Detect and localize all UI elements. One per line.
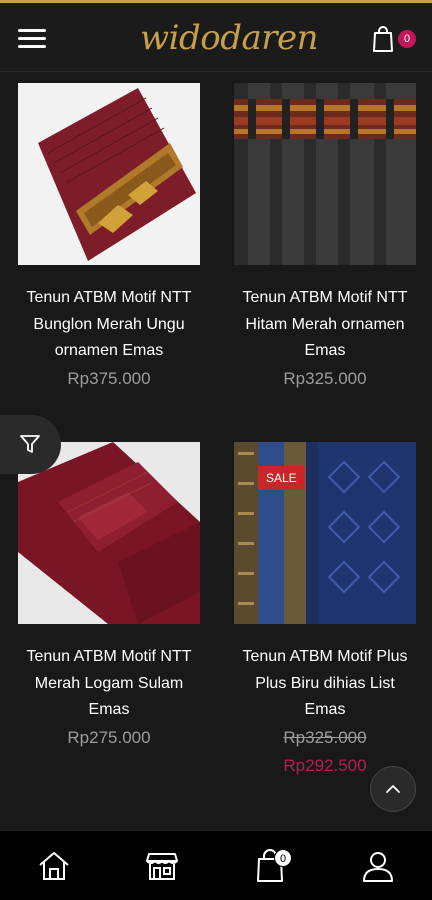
app-header: widodaren 0: [0, 0, 432, 72]
bottom-navigation: 0: [0, 830, 432, 900]
nav-cart[interactable]: 0: [216, 831, 324, 900]
sale-badge: SALE: [258, 466, 305, 490]
brand-logo[interactable]: widodaren: [140, 13, 319, 67]
filter-icon: [20, 435, 40, 453]
product-image[interactable]: SALE: [234, 442, 416, 624]
product-price: Rp375.000: [67, 368, 151, 388]
nav-cart-count-badge: 0: [274, 849, 292, 867]
product-card[interactable]: Tenun ATBM Motif NTT Hitam Merah ornamen…: [234, 83, 416, 389]
product-original-price: Rp325.000: [283, 727, 367, 747]
nav-shop[interactable]: [108, 831, 216, 900]
cart-icon[interactable]: [370, 25, 396, 53]
shop-icon: [146, 853, 178, 880]
nav-account[interactable]: [324, 831, 432, 900]
filter-button[interactable]: [0, 415, 61, 474]
product-image[interactable]: [234, 83, 416, 265]
product-price: Rp275.000: [67, 727, 151, 747]
home-icon: [39, 852, 69, 880]
product-name[interactable]: Tenun ATBM Motif NTT Merah Logam Sulam E…: [18, 644, 200, 724]
product-name[interactable]: Tenun ATBM Motif NTT Bunglon Merah Ungu …: [18, 285, 200, 365]
cart-count-badge: 0: [398, 30, 416, 48]
product-name[interactable]: Tenun ATBM Motif Plus Plus Biru dihias L…: [234, 644, 416, 724]
menu-icon[interactable]: [18, 27, 46, 49]
product-image[interactable]: [18, 83, 200, 265]
product-card[interactable]: Tenun ATBM Motif NTT Bunglon Merah Ungu …: [18, 83, 200, 389]
nav-home[interactable]: [0, 831, 108, 900]
chevron-up-icon: [386, 785, 400, 793]
scroll-to-top-button[interactable]: [370, 766, 416, 812]
product-price: Rp325.000: [283, 368, 367, 388]
product-card[interactable]: SALE Tenun ATBM Motif Plus Plus Biru dih…: [234, 442, 416, 776]
product-card[interactable]: Tenun ATBM Motif NTT Merah Logam Sulam E…: [18, 442, 200, 748]
account-icon: [363, 852, 393, 882]
product-name[interactable]: Tenun ATBM Motif NTT Hitam Merah ornamen…: [234, 285, 416, 365]
